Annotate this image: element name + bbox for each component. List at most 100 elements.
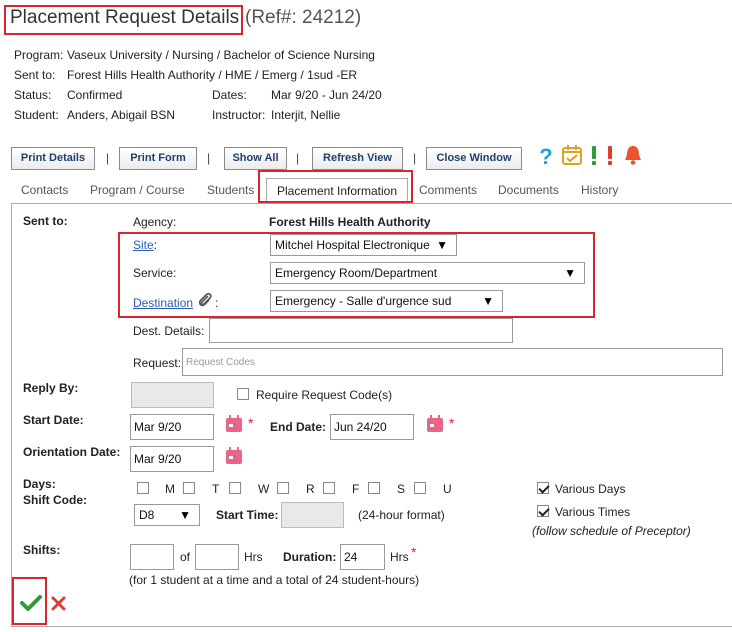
close-window-button[interactable]: Close Window — [426, 147, 522, 170]
day-label-f: F — [352, 482, 360, 496]
duration-input[interactable]: 24 — [340, 544, 385, 570]
instructor-label: Instructor: — [212, 108, 266, 122]
day-checkbox-u[interactable] — [414, 482, 426, 494]
start-date-required-mark: * — [248, 415, 254, 431]
shift-hours-input[interactable] — [195, 544, 239, 570]
dest-details-label: Dest. Details: — [133, 324, 205, 338]
show-all-button[interactable]: Show All — [224, 147, 287, 170]
tab-students[interactable]: Students — [207, 183, 254, 197]
sent-to-label: Sent to: — [14, 68, 56, 82]
destination-select[interactable]: Emergency - Salle d'urgence sud ▼ — [270, 290, 503, 312]
end-date-input[interactable]: Jun 24/20 — [330, 414, 414, 440]
print-form-button[interactable]: Print Form — [119, 147, 197, 170]
chevron-down-icon: ▼ — [482, 294, 494, 308]
day-label-m: M — [165, 482, 175, 496]
reference-number: (Ref#: 24212) — [245, 7, 362, 28]
day-checkbox-m[interactable] — [137, 482, 149, 494]
sent-to-section-label: Sent to: — [23, 214, 68, 228]
duration-required-mark: * — [411, 544, 417, 560]
day-label-u: U — [443, 482, 452, 496]
destination-colon: : — [215, 296, 219, 310]
shifts-count-input[interactable] — [130, 544, 174, 570]
service-label: Service: — [133, 266, 177, 280]
start-date-label: Start Date: — [23, 413, 84, 427]
program-value: Vaseux University / Nursing / Bachelor o… — [67, 48, 375, 62]
calendar-check-icon[interactable] — [561, 144, 583, 166]
day-checkbox-t[interactable] — [183, 482, 195, 494]
duration-label: Duration: — [283, 550, 337, 564]
status-label: Status: — [14, 88, 52, 102]
instructor-value: Interjit, Nellie — [271, 108, 341, 122]
chevron-down-icon: ▼ — [436, 238, 448, 252]
day-checkbox-s[interactable] — [368, 482, 380, 494]
agency-label: Agency: — [133, 215, 177, 229]
alert-green-icon[interactable] — [588, 144, 600, 168]
day-checkbox-w[interactable] — [229, 482, 241, 494]
student-value: Anders, Abigail BSN — [67, 108, 176, 122]
tab-history[interactable]: History — [581, 183, 618, 197]
toolbar-separator: | — [413, 151, 417, 165]
tab-highlight-box — [258, 170, 413, 203]
request-codes-input[interactable]: Request Codes — [182, 348, 723, 376]
day-label-s: S — [397, 482, 406, 496]
dates-label: Dates: — [212, 88, 247, 102]
alert-red-icon[interactable] — [604, 144, 616, 168]
chevron-down-icon: ▼ — [564, 266, 576, 280]
reply-by-label: Reply By: — [23, 381, 79, 395]
sent-to-value: Forest Hills Health Authority / HME / Em… — [67, 68, 358, 82]
site-select[interactable]: Mitchel Hospital Electronique ▼ — [270, 234, 457, 256]
require-request-code-checkbox[interactable] — [237, 388, 249, 400]
toolbar-separator: | — [207, 151, 211, 165]
of-label: of — [180, 550, 191, 564]
page-title: Placement Request Details — [10, 7, 240, 28]
summary-note: (for 1 student at a time and a total of … — [129, 573, 420, 587]
refresh-view-button[interactable]: Refresh View — [312, 147, 403, 170]
service-select[interactable]: Emergency Room/Department ▼ — [270, 262, 585, 284]
site-select-value: Mitchel Hospital Electronique — [275, 238, 430, 252]
service-select-value: Emergency Room/Department — [275, 266, 438, 280]
start-time-input — [281, 502, 344, 528]
dates-value: Mar 9/20 - Jun 24/20 — [271, 88, 382, 102]
orientation-date-label: Orientation Date: — [23, 445, 121, 459]
day-label-w: W — [258, 482, 270, 496]
various-times-label: Various Times — [555, 505, 631, 519]
tab-program-course[interactable]: Program / Course — [90, 183, 185, 197]
tab-contacts[interactable]: Contacts — [21, 183, 68, 197]
cancel-x-icon[interactable] — [51, 596, 66, 611]
svg-text:?: ? — [539, 144, 552, 168]
dest-details-input[interactable] — [209, 318, 513, 343]
site-link[interactable]: Site — [133, 238, 154, 252]
tab-comments[interactable]: Comments — [419, 183, 477, 197]
orientation-date-calendar-icon[interactable] — [225, 447, 243, 465]
print-details-button[interactable]: Print Details — [11, 147, 95, 170]
start-date-input[interactable]: Mar 9/20 — [130, 414, 214, 440]
require-request-code-label: Require Request Code(s) — [256, 388, 393, 402]
day-label-r: R — [306, 482, 315, 496]
save-checkmark-icon[interactable] — [20, 594, 42, 612]
end-date-label: End Date: — [270, 420, 327, 434]
end-date-required-mark: * — [449, 415, 455, 431]
hrs-label: Hrs — [244, 550, 263, 564]
time-format-note: (24-hour format) — [358, 508, 445, 522]
day-checkbox-r[interactable] — [277, 482, 289, 494]
various-times-checkbox[interactable] — [537, 505, 549, 517]
orientation-date-input[interactable]: Mar 9/20 — [130, 446, 214, 472]
paperclip-icon[interactable] — [197, 291, 213, 309]
bell-icon[interactable] — [622, 144, 644, 166]
site-label-row: Site: — [133, 238, 157, 252]
destination-link[interactable]: Destination — [133, 296, 193, 310]
status-value: Confirmed — [67, 88, 123, 102]
toolbar-separator: | — [106, 151, 110, 165]
start-time-label: Start Time: — [216, 508, 279, 522]
end-date-calendar-icon[interactable] — [426, 415, 444, 433]
tab-documents[interactable]: Documents — [498, 183, 559, 197]
destination-select-value: Emergency - Salle d'urgence sud — [275, 294, 452, 308]
day-label-t: T — [212, 482, 220, 496]
help-icon[interactable]: ? — [536, 144, 556, 168]
destination-label-row: Destination — [133, 296, 193, 310]
shift-code-select[interactable]: D8 ▼ — [134, 504, 200, 526]
shifts-label: Shifts: — [23, 543, 61, 557]
day-checkbox-f[interactable] — [323, 482, 335, 494]
start-date-calendar-icon[interactable] — [225, 415, 243, 433]
various-days-checkbox[interactable] — [537, 482, 549, 494]
